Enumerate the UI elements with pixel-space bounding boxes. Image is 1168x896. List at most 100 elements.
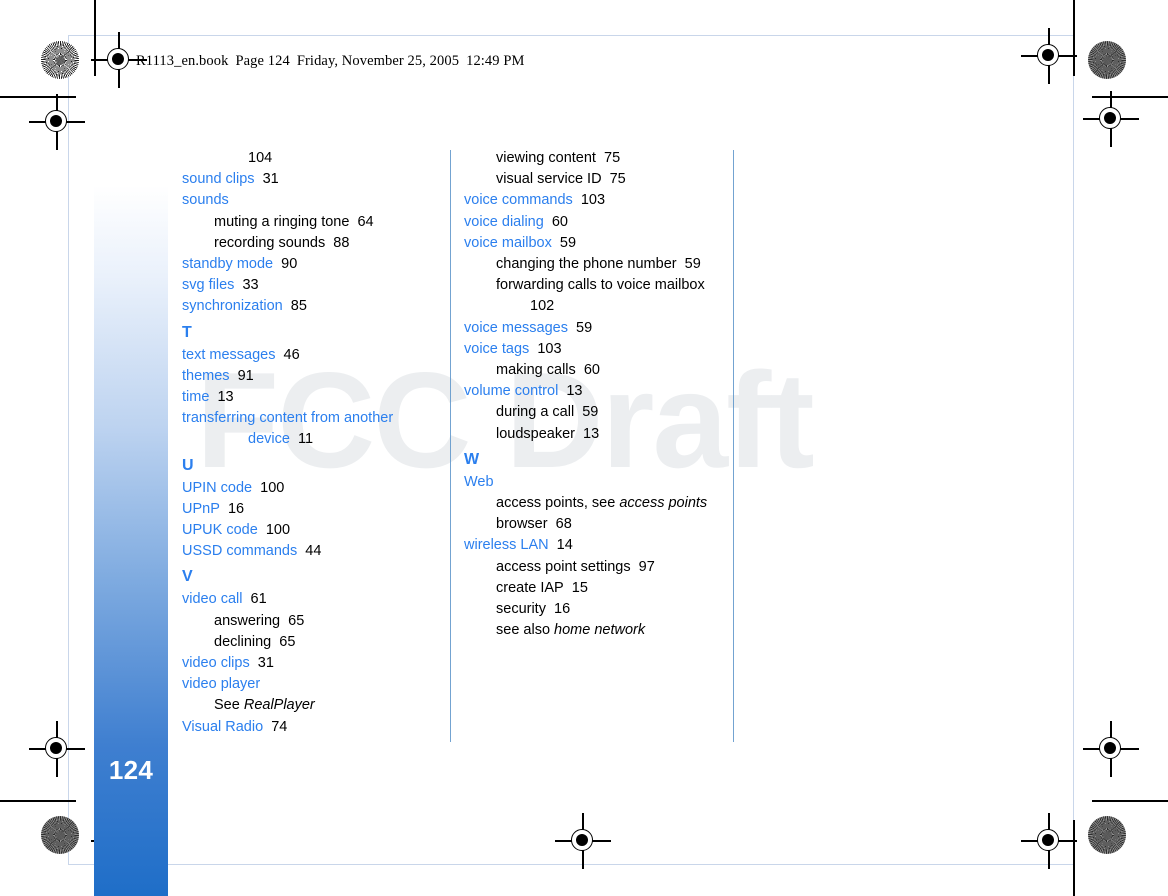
- entry-text: USSD commands: [182, 543, 298, 560]
- entry-text: loudspeaker: [496, 425, 575, 442]
- color-rosette-top-left: [41, 41, 79, 79]
- entry-text: svg files: [182, 277, 235, 294]
- crop-line-top-right-v: [1073, 0, 1075, 76]
- printed-page: R1113_en.book Page 124 Friday, November 25…: [0, 0, 1168, 896]
- entry-cross-reference: RealPlayer: [243, 697, 315, 714]
- registration-mark-right-lower: [1083, 721, 1139, 777]
- entry-page-number: 91: [229, 367, 254, 384]
- index-subentry: recording sounds 88: [182, 233, 440, 254]
- crop-line-left-h: [0, 96, 76, 98]
- entry-page-number: 15: [563, 579, 588, 596]
- entry-page-number: 59: [551, 234, 577, 251]
- entry-text: transferring content from another: [182, 410, 394, 427]
- index-continuation: 104: [182, 148, 440, 169]
- index-subentry: during a call 59: [464, 402, 722, 423]
- entry-text: access points, see: [496, 495, 620, 512]
- entry-page-number: 65: [271, 633, 296, 650]
- book-time: 12:49 PM: [466, 53, 525, 69]
- index-headword-continuation: device 11: [182, 429, 440, 450]
- crop-line-bottom-left-h: [0, 800, 76, 802]
- entry-page-number: 88: [325, 234, 350, 251]
- entry-text: See: [214, 697, 244, 714]
- entry-page-number: 75: [595, 150, 621, 166]
- entry-text: access point settings: [496, 558, 631, 575]
- book-filename: R1113_en.book: [136, 53, 229, 69]
- entry-page-number: 14: [548, 537, 573, 554]
- index-headword: wireless LAN 14: [464, 535, 722, 556]
- entry-page-number: 90: [273, 256, 298, 273]
- entry-page-number: 97: [630, 558, 655, 575]
- index-subentry: loudspeaker 13: [464, 424, 722, 445]
- index-subentry: forwarding calls to voice mailbox: [464, 275, 722, 296]
- registration-mark-top-right: [1021, 28, 1077, 84]
- registration-mark-left-upper: [29, 94, 85, 150]
- entry-page-number: 75: [601, 171, 626, 188]
- entry-page-number: 61: [242, 591, 267, 608]
- book-header-line: R1113_en.book Page 124 Friday, November 25…: [136, 53, 525, 70]
- entry-page-number: 59: [574, 404, 599, 421]
- entry-text: U: [182, 456, 194, 474]
- entry-text: themes: [182, 367, 230, 384]
- entry-text: UPUK code: [182, 522, 258, 539]
- index-headword: UPnP 16: [182, 499, 440, 520]
- index-headword: video call 61: [182, 589, 440, 610]
- entry-page-number: 60: [543, 213, 568, 230]
- entry-text: 104: [248, 150, 273, 166]
- entry-text: browser: [496, 516, 548, 533]
- registration-mark-bottom-center: [555, 813, 611, 869]
- entry-text: video clips: [182, 655, 250, 672]
- entry-text: wireless LAN: [464, 537, 549, 554]
- registration-mark-top-left: [91, 32, 147, 88]
- entry-page-number: 85: [282, 298, 307, 315]
- entry-text: declining: [214, 633, 272, 650]
- entry-page-number: 33: [234, 277, 259, 294]
- entry-cross-reference: access points: [619, 495, 708, 512]
- entry-page-number: 59: [676, 256, 701, 273]
- entry-text: voice dialing: [464, 213, 544, 230]
- crop-line-bottom-right-h: [1092, 800, 1168, 802]
- entry-text: UPnP: [182, 500, 220, 517]
- entry-text: text messages: [182, 346, 276, 363]
- index-subentry: viewing content 75: [464, 148, 722, 169]
- entry-page-number: 68: [547, 516, 572, 533]
- index-column-right: viewing content 75 visual service ID 75 vo…: [464, 148, 722, 641]
- index-subentry: changing the phone number 59: [464, 254, 722, 275]
- color-rosette-bottom-right: [1088, 816, 1126, 854]
- registration-mark-right-upper: [1083, 91, 1139, 147]
- index-headword: Web: [464, 472, 722, 493]
- entry-page-number: 100: [252, 479, 285, 496]
- index-headword: svg files 33: [182, 275, 440, 296]
- entry-page-number: 11: [289, 431, 314, 448]
- entry-text: device: [248, 431, 290, 448]
- book-page-label: Page 124: [235, 53, 290, 69]
- index-subentry: access points, see access points: [464, 493, 722, 514]
- entry-page-number: 103: [572, 192, 606, 209]
- index-headword: synchronization 85: [182, 296, 440, 317]
- index-headword: video clips 31: [182, 653, 440, 674]
- entry-text: voice commands: [464, 192, 573, 209]
- entry-cross-reference: home network: [554, 622, 646, 639]
- entry-page-number: 13: [558, 383, 583, 400]
- index-headword: UPIN code 100: [182, 478, 440, 499]
- entry-page-number: 59: [567, 319, 593, 336]
- entry-text: video call: [182, 591, 243, 608]
- entry-text: changing the phone number: [496, 256, 677, 273]
- column-rule-right: [733, 150, 734, 742]
- index-headword: voice dialing 60: [464, 212, 722, 233]
- entry-text: synchronization: [182, 298, 283, 315]
- index-subentry: visual service ID 75: [464, 169, 722, 190]
- crop-line-right-h: [1092, 96, 1168, 98]
- entry-page-number: 13: [209, 389, 234, 406]
- entry-text: recording sounds: [214, 234, 326, 251]
- entry-text: visual service ID: [496, 171, 602, 188]
- entry-page-number: 60: [575, 362, 600, 379]
- entry-text: V: [182, 568, 193, 586]
- index-headword: voice mailbox 59: [464, 233, 722, 254]
- index-letter-heading: W: [464, 447, 722, 472]
- entry-page-number: 13: [575, 425, 600, 442]
- index-subentry: access point settings 97: [464, 557, 722, 578]
- index-column-left: 104 sound clips 31 sounds muting a ringing …: [182, 148, 440, 738]
- entry-text: security: [496, 601, 546, 618]
- column-rule-center: [450, 150, 451, 742]
- crop-line-top-left-v: [94, 0, 96, 76]
